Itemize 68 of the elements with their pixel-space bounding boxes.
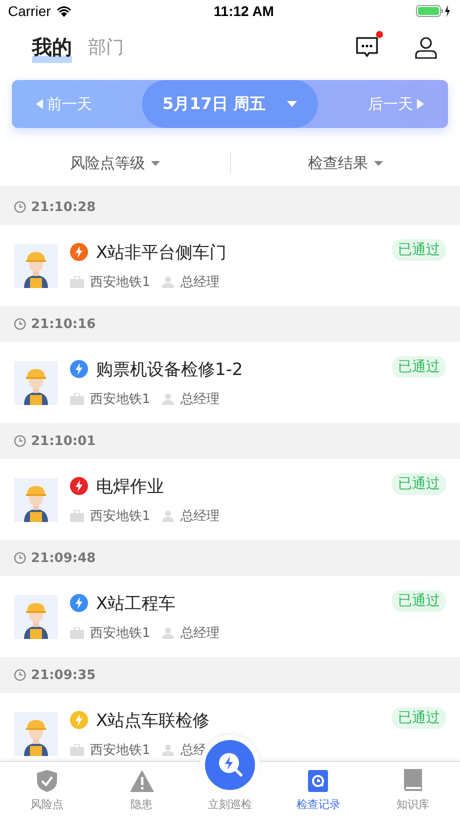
caret-down-icon — [287, 101, 298, 107]
record-title: 电焊作业 — [96, 476, 164, 498]
record-title: X站非平台侧车门 — [96, 242, 227, 264]
record-time: 21:10:28 — [31, 200, 96, 214]
person-icon — [162, 276, 174, 288]
book-icon — [402, 767, 424, 793]
person-icon — [162, 510, 174, 522]
record-time: 21:10:16 — [31, 316, 96, 332]
person-icon — [162, 626, 174, 638]
record-time: 21:09:48 — [31, 550, 96, 566]
clock-time: 11:12 AM — [214, 3, 274, 19]
briefcase-icon — [70, 626, 84, 638]
record-title: X站工程车 — [96, 592, 176, 614]
caret-left-icon — [36, 99, 43, 109]
user-icon[interactable] — [414, 35, 438, 59]
briefcase-icon — [70, 744, 84, 756]
filter-dropdown[interactable]: 风险点等级 — [0, 152, 230, 174]
role-name: 总经理 — [180, 274, 220, 290]
tab-bar-item[interactable]: 风险点 — [0, 762, 94, 818]
filter-dropdown[interactable]: 检查结果 — [230, 152, 460, 174]
date-picker[interactable]: 5月17日 周五 — [142, 80, 318, 128]
carrier-label: Carrier — [8, 3, 51, 19]
company-name: 西安地铁1 — [90, 742, 150, 758]
person-icon — [162, 392, 174, 404]
search-icon — [205, 740, 255, 790]
briefcase-icon — [70, 276, 84, 288]
caret-down-icon — [374, 160, 383, 166]
caret-down-icon — [150, 160, 160, 166]
role-name: 总经理 — [180, 390, 220, 408]
warning-icon — [128, 769, 155, 793]
record-time: 21:09:35 — [31, 668, 96, 682]
clock-icon — [14, 669, 26, 681]
company-name: 西安地铁1 — [90, 624, 150, 642]
status-badge: 已通过 — [392, 356, 446, 378]
status-badge: 已通过 — [392, 707, 446, 729]
shield-icon — [36, 769, 58, 793]
status-badge: 已通过 — [392, 239, 446, 261]
clock-icon — [14, 318, 26, 330]
record-title: X站点车联检修 — [96, 710, 210, 732]
tab-bar-item[interactable]: 隐患 — [94, 762, 189, 818]
status-badge: 已通过 — [392, 590, 446, 612]
message-icon[interactable] — [354, 34, 380, 60]
role-name: 总经理 — [180, 624, 220, 642]
record-time: 21:10:01 — [31, 434, 96, 448]
tab-bar-item[interactable]: 知识库 — [366, 762, 460, 818]
record-card[interactable]: X站非平台侧车门 西安地铁1 总经理 已通过 — [0, 225, 460, 306]
record-card[interactable]: 电焊作业 西安地铁1 总经理 已通过 — [0, 459, 460, 540]
record-card[interactable]: 购票机设备检修1-2 西安地铁1 总经理 已通过 — [0, 342, 460, 423]
company-name: 西安地铁1 — [90, 274, 150, 290]
role-name: 总经理 — [180, 508, 220, 524]
tab-bar-item[interactable]: 立刻巡检 — [208, 797, 252, 812]
briefcase-icon — [70, 392, 84, 404]
company-name: 西安地铁1 — [90, 508, 150, 524]
caret-right-icon — [417, 99, 424, 109]
header-tab[interactable]: 部门 — [88, 33, 124, 61]
record-title: 购票机设备检修1-2 — [96, 358, 243, 380]
record-card[interactable]: X站工程车 西安地铁1 总经理 已通过 — [0, 576, 460, 657]
clock-icon — [14, 552, 26, 564]
clock-icon — [14, 201, 26, 213]
person-icon — [162, 744, 174, 756]
company-name: 西安地铁1 — [90, 390, 150, 408]
tab-bar-item[interactable]: 检查记录 — [271, 762, 366, 818]
clock-icon — [14, 435, 26, 447]
record-icon — [307, 769, 330, 793]
briefcase-icon — [70, 510, 84, 522]
wifi-icon — [56, 5, 72, 17]
status-badge: 已通过 — [392, 473, 446, 495]
battery-icon — [416, 4, 452, 18]
